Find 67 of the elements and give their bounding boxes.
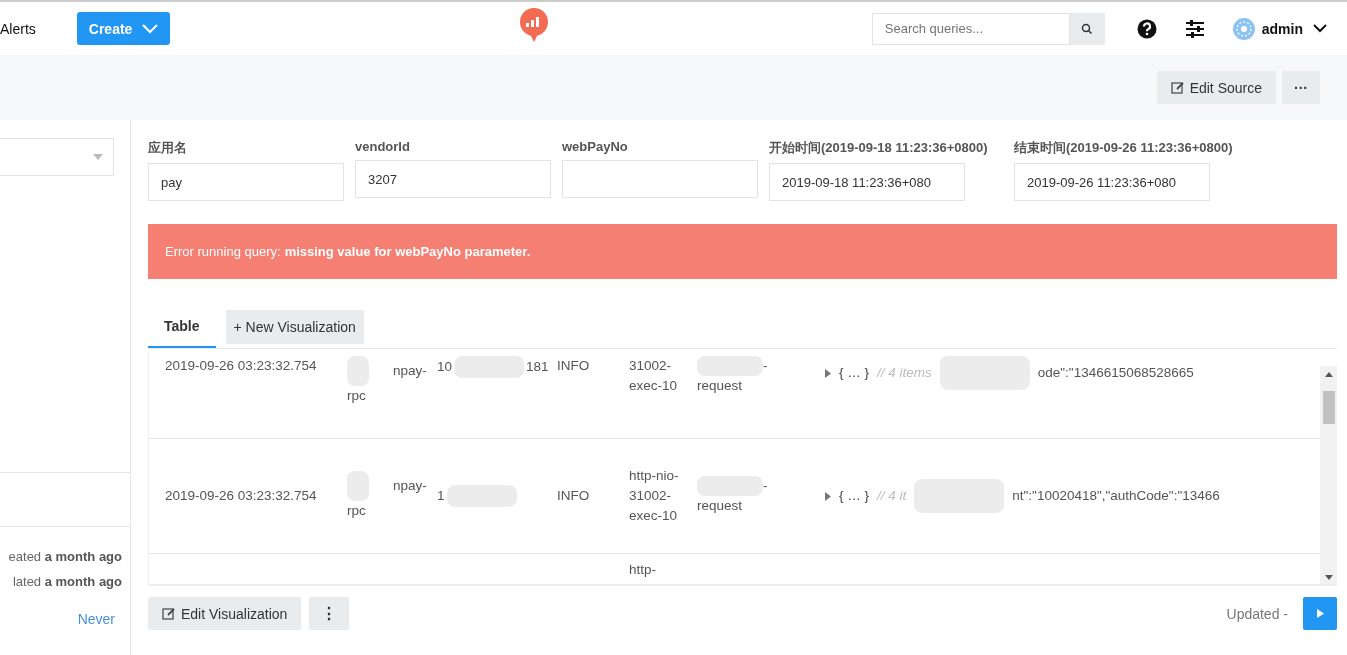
scroll-down-icon[interactable] (1324, 575, 1333, 580)
tab[interactable]: Table (148, 305, 216, 348)
play-icon (1316, 609, 1324, 618)
search-button[interactable] (1069, 12, 1105, 45)
table-cell-text: - (763, 477, 768, 495)
more-button[interactable]: ⋮ (309, 597, 350, 630)
meta-text: eated a month ago (8, 549, 122, 564)
table-cell-text: 1 (437, 487, 445, 505)
search-field[interactable]: Search queries... (871, 12, 1070, 45)
parameter-label: 结束时间(2019-09-26 11:23:36+0800) (1014, 139, 1233, 157)
settings-icon[interactable] (1184, 19, 1205, 38)
tab[interactable]: + New Visualization (225, 309, 364, 344)
expand-arrow-icon[interactable] (825, 368, 831, 378)
table-cell: request (697, 498, 743, 513)
avatar-icon (1232, 17, 1255, 40)
table-cell: 2019-09-26 03:23:32.754 (165, 488, 317, 503)
parameter-field[interactable]: 2019-09-18 11:23:36+080 (769, 163, 965, 201)
parameter-label: 应用名 (148, 139, 188, 157)
table-cell-text: rpc (347, 502, 367, 520)
table-cell-text: http-nio-31002-exec-10 (629, 467, 679, 525)
help-icon[interactable] (1136, 18, 1157, 39)
table-cell: INFO (557, 358, 590, 373)
table-cell-text: rpc (347, 387, 367, 405)
table-cell-text: 10 (437, 358, 453, 376)
table-cell-text: nt":"10020418","authCode":"13466 (1012, 487, 1220, 505)
edit-icon (162, 606, 176, 621)
edit-icon (1170, 80, 1185, 95)
chevron-down-icon (142, 23, 159, 34)
search-icon (1081, 22, 1094, 35)
logo-icon[interactable] (519, 8, 549, 42)
updated-text: Updated - (1226, 605, 1288, 622)
user-menu[interactable]: admin (1232, 17, 1327, 40)
alerts-link[interactable]: Alerts (0, 20, 36, 37)
table-cell-text: 31002-exec-10 (629, 357, 679, 395)
table-cell-text: - (763, 357, 768, 375)
run-button[interactable] (1303, 597, 1337, 630)
scrollbar-thumb[interactable] (1322, 391, 1335, 424)
table-cell: npay- (393, 477, 427, 493)
more-button[interactable]: ··· (1282, 71, 1320, 104)
edit-source-button[interactable]: Edit Source (1156, 71, 1276, 104)
table-cell: npay- (393, 362, 427, 378)
parameter-field[interactable]: 2019-09-26 11:23:36+080 (1014, 163, 1210, 201)
parameter-label: webPayNo (562, 139, 629, 154)
table-cell-text: 181 (526, 358, 549, 376)
meta-text: lated a month ago (12, 574, 122, 589)
parameter-label: vendorId (355, 139, 411, 154)
expand-arrow-icon[interactable] (825, 491, 831, 501)
json-summary[interactable]: { … } (839, 486, 870, 506)
parameter-field[interactable]: 3207 (355, 160, 551, 198)
table-cell-text: ode":"1346615068528665 (1037, 364, 1194, 382)
parameter-field[interactable]: pay (148, 163, 344, 201)
parameter-field[interactable] (562, 160, 758, 198)
table-cell: INFO (557, 488, 590, 503)
edit-visualization-button[interactable]: Edit Visualization (148, 597, 302, 630)
error-banner: Error running query: missing value for webPayNo parameter. (148, 224, 1337, 279)
table-cell: 2019-09-26 03:23:32.754 (165, 358, 317, 373)
chevron-down-icon (1313, 24, 1327, 33)
table-cell-text: http- (629, 561, 657, 579)
item-count: // 4 it (877, 487, 907, 505)
json-summary[interactable]: { … } (839, 363, 870, 383)
item-count: // 4 items (877, 364, 932, 382)
table-cell: request (697, 378, 743, 393)
dropdown-field[interactable] (0, 138, 114, 176)
scroll-up-icon[interactable] (1324, 372, 1333, 377)
scrollbar[interactable] (1320, 366, 1337, 584)
parameter-label: 开始时间(2019-09-18 11:23:36+0800) (769, 139, 989, 157)
caret-icon (93, 154, 103, 160)
